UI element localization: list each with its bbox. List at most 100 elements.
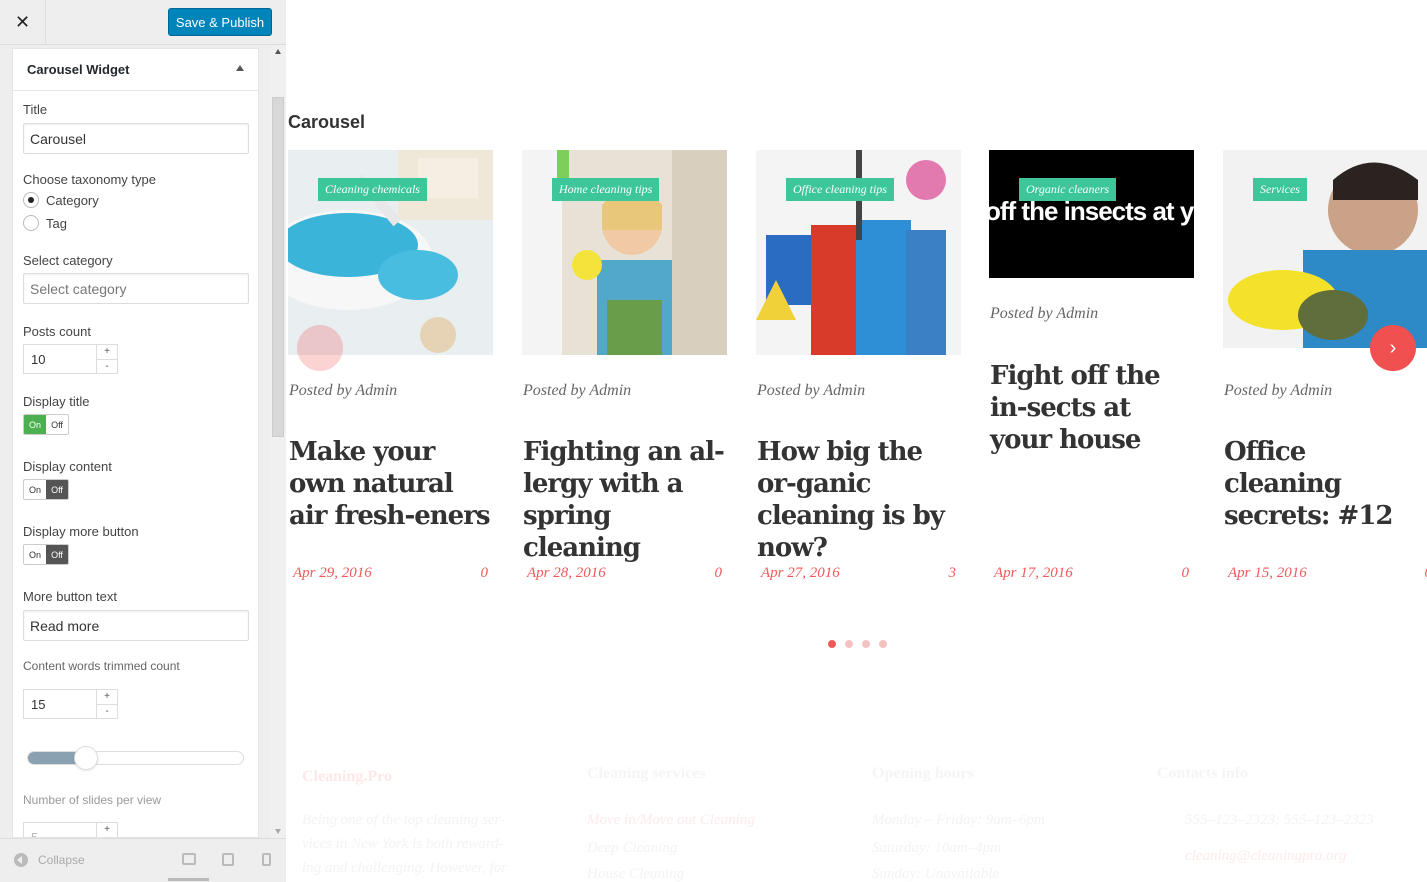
category-label: Select category <box>23 253 113 268</box>
posted-by: Posted by Admin <box>990 305 1099 322</box>
save-publish-button[interactable]: Save & Publish <box>168 8 272 36</box>
toggle-off[interactable]: Off <box>46 480 68 499</box>
trim-label: Content words trimmed count <box>23 659 180 673</box>
pagination-dot[interactable] <box>862 640 870 648</box>
pagination-dot[interactable] <box>879 640 887 648</box>
customizer-footer: Collapse <box>0 838 286 882</box>
post-date: Apr 17, 2016 <box>994 565 1073 581</box>
footer-text: Sunday: Unavailable <box>872 866 1000 882</box>
toggle-off[interactable]: Off <box>46 545 68 564</box>
toggle-off[interactable]: Off <box>46 415 68 434</box>
posted-by: Posted by Admin <box>757 382 866 399</box>
stepper-buttons[interactable]: + - <box>96 345 117 373</box>
radio-tag[interactable]: Tag <box>23 215 67 231</box>
footer-text: 555–123–2323; 555–123–2323 <box>1185 812 1374 828</box>
footer-link[interactable]: cleaning@cleaningpro.org <box>1185 848 1346 865</box>
sidebar-scrollbar[interactable] <box>270 45 286 838</box>
banner-text: off the insects at your <box>989 196 1194 226</box>
footer-link[interactable]: Move in/Move out Cleaning <box>587 812 755 829</box>
footer-text: ing and challenging. However, for <box>302 860 507 876</box>
stepper-buttons[interactable]: + - <box>96 690 117 718</box>
footer-text: Saturday: 10am–4pm <box>872 840 1002 856</box>
footer-link[interactable]: Deep Cleaning <box>587 840 677 857</box>
category-badge[interactable]: Home cleaning tips <box>552 178 660 201</box>
posted-by: Posted by Admin <box>289 382 398 399</box>
footer-text: Monday – Friday: 9am–6pm <box>872 812 1045 828</box>
carousel-next-button[interactable]: › <box>1370 325 1416 371</box>
toggle-on[interactable]: On <box>24 415 46 434</box>
close-icon[interactable]: ✕ <box>0 0 46 45</box>
slides-label: Number of slides per view <box>23 793 162 807</box>
category-badge[interactable]: Office cleaning tips <box>786 178 894 201</box>
display-title-toggle[interactable]: On Off <box>23 414 69 435</box>
toggle-on[interactable]: On <box>24 545 46 564</box>
title-label: Title <box>23 102 48 117</box>
posts-count-stepper[interactable]: 10 + - <box>23 344 118 374</box>
slides-stepper[interactable]: 5 + - <box>23 822 118 837</box>
post-date: Apr 15, 2016 <box>1228 565 1307 581</box>
carousel-title: Carousel <box>288 112 366 132</box>
post-title[interactable]: Fight off the in-sects at your house <box>990 360 1195 456</box>
scroll-up-icon[interactable] <box>275 49 281 54</box>
comment-count: 0 <box>480 565 489 581</box>
display-content-toggle[interactable]: On Off <box>23 479 69 500</box>
title-input[interactable]: Carousel <box>23 123 249 154</box>
footer-text: Being one of the top cleaning ser- <box>302 812 505 828</box>
plus-icon[interactable]: + <box>97 690 117 705</box>
minus-icon[interactable]: - <box>97 360 117 374</box>
category-badge[interactable]: Services <box>1253 178 1307 201</box>
radio-unchecked-icon[interactable] <box>23 215 39 231</box>
display-title-label: Display title <box>23 394 90 409</box>
stepper-buttons[interactable]: + - <box>96 823 117 837</box>
posts-count-value: 10 <box>31 351 46 367</box>
post-date: Apr 27, 2016 <box>761 565 840 581</box>
collapse-arrow-icon[interactable] <box>236 65 244 71</box>
carousel-prev-button[interactable] <box>297 325 343 371</box>
scroll-thumb[interactable] <box>272 97 284 437</box>
trim-value: 15 <box>31 696 46 712</box>
footer-link[interactable]: House Cleaning <box>587 866 684 882</box>
mobile-icon[interactable] <box>262 853 271 866</box>
post-title[interactable]: Fighting an al-lergy with a spring clean… <box>523 436 728 564</box>
pagination-dot[interactable] <box>828 640 836 648</box>
post-title[interactable]: How big the or-ganic cleaning is by now? <box>757 436 962 564</box>
collapse-button[interactable]: Collapse <box>14 853 85 867</box>
post-image[interactable]: Home cleaning tips <box>522 150 727 355</box>
radio-tag-label: Tag <box>46 215 67 231</box>
post-date: Apr 29, 2016 <box>293 565 372 581</box>
collapse-icon[interactable] <box>14 853 28 867</box>
post-title[interactable]: Office cleaning secrets: #12 <box>1224 436 1427 532</box>
footer-heading: Opening hours <box>872 765 974 782</box>
chevron-right-icon: › <box>1389 336 1397 359</box>
more-text-input[interactable]: Read more <box>23 610 249 641</box>
post-image[interactable]: Office cleaning tips <box>756 150 961 355</box>
scroll-down-icon[interactable] <box>275 829 281 834</box>
post-image[interactable]: Services <box>1223 150 1427 348</box>
slider-knob[interactable] <box>74 746 99 770</box>
footer-heading: Cleaning.Pro <box>302 768 392 785</box>
pagination-dot[interactable] <box>845 640 853 648</box>
post-title[interactable]: Make your own natural air fresh-eners <box>289 436 494 532</box>
widget-header[interactable]: Carousel Widget <box>13 49 258 91</box>
footer-heading: Cleaning services <box>587 765 706 782</box>
category-badge[interactable]: Cleaning chemicals <box>318 178 427 201</box>
footer-text: vices in New York is both reward- <box>302 836 504 852</box>
display-content-label: Display content <box>23 459 112 474</box>
display-more-toggle[interactable]: On Off <box>23 544 69 565</box>
posts-count-label: Posts count <box>23 324 91 339</box>
plus-icon[interactable]: + <box>97 345 117 360</box>
taxonomy-label: Choose taxonomy type <box>23 172 156 187</box>
radio-category[interactable]: Category <box>23 192 99 208</box>
radio-checked-icon[interactable] <box>23 192 39 208</box>
tablet-icon[interactable] <box>222 853 234 866</box>
comment-count: 0 <box>714 565 723 581</box>
minus-icon[interactable]: - <box>97 705 117 719</box>
plus-icon[interactable]: + <box>97 823 117 837</box>
category-select[interactable]: Select category <box>23 273 249 304</box>
display-more-label: Display more button <box>23 524 139 539</box>
toggle-on[interactable]: On <box>24 480 46 499</box>
trim-stepper[interactable]: 15 + - <box>23 689 118 719</box>
trim-slider[interactable] <box>27 746 244 770</box>
post-image[interactable]: Organic cleaners off the insects at your <box>989 150 1194 278</box>
desktop-icon[interactable] <box>182 853 196 865</box>
